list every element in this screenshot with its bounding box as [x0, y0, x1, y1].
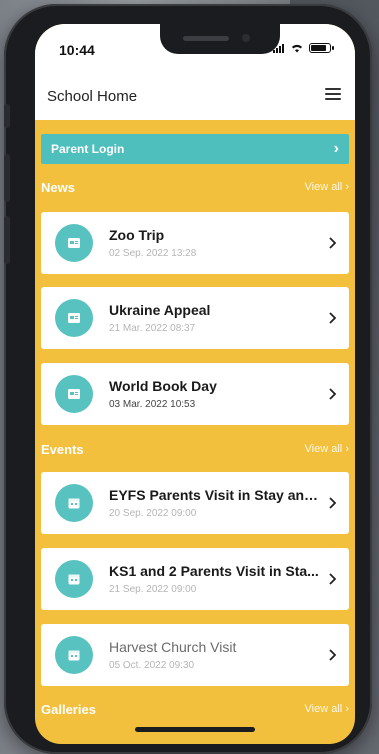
parent-login-label: Parent Login [51, 142, 125, 156]
news-date: 03 Mar. 2022 10:53 [109, 399, 196, 410]
event-date: 05 Oct. 2022 09:30 [109, 660, 195, 671]
news-section-title: News [41, 179, 75, 195]
event-date: 21 Sep. 2022 09:00 [109, 584, 197, 595]
volume-up-button [4, 154, 10, 202]
chevron-right-icon [329, 573, 337, 585]
news-icon [55, 375, 93, 413]
chevron-right-icon [329, 312, 337, 324]
chevron-right-icon [329, 649, 337, 661]
event-title: KS1 and 2 Parents Visit in Sta... [109, 563, 319, 579]
news-title: Ukraine Appeal [109, 302, 211, 318]
cellular-signal-icon [273, 43, 285, 53]
calendar-icon [55, 484, 93, 522]
news-title: Zoo Trip [109, 227, 165, 243]
chevron-right-icon: › [333, 140, 339, 157]
speaker-grille [183, 36, 229, 41]
news-card[interactable]: World Book Day 03 Mar. 2022 10:53 [41, 363, 349, 425]
calendar-icon [55, 560, 93, 598]
status-bar: 10:44 [35, 24, 355, 68]
event-card[interactable]: Harvest Church Visit 05 Oct. 2022 09:30 [41, 624, 349, 686]
event-date: 20 Sep. 2022 09:00 [109, 508, 197, 519]
galleries-view-all-link[interactable]: View all › [305, 703, 349, 715]
news-date: 21 Mar. 2022 08:37 [109, 323, 196, 334]
news-icon [55, 299, 93, 337]
events-view-all-link[interactable]: View all › [305, 443, 349, 455]
event-title: Harvest Church Visit [109, 639, 237, 655]
home-indicator[interactable] [135, 727, 255, 732]
news-title: World Book Day [109, 378, 217, 394]
page-title: School Home [47, 88, 138, 105]
event-card[interactable]: KS1 and 2 Parents Visit in Sta... 21 Sep… [41, 548, 349, 610]
news-view-all-link[interactable]: View all › [305, 181, 349, 193]
calendar-icon [55, 636, 93, 674]
event-card[interactable]: EYFS Parents Visit in Stay and... 20 Sep… [41, 472, 349, 534]
chevron-right-icon [329, 497, 337, 509]
status-icons [273, 43, 334, 53]
battery-icon [309, 43, 334, 53]
chevron-right-icon [329, 237, 337, 249]
status-time: 10:44 [59, 42, 95, 58]
chevron-right-icon [329, 388, 337, 400]
events-section-title: Events [41, 441, 84, 457]
news-date: 02 Sep. 2022 13:28 [109, 248, 197, 259]
news-card[interactable]: Zoo Trip 02 Sep. 2022 13:28 [41, 212, 349, 274]
galleries-section-title: Galleries [41, 701, 96, 717]
wifi-icon [292, 44, 302, 53]
news-section-header: News View all › [41, 178, 349, 196]
mute-switch [4, 104, 10, 128]
news-card[interactable]: Ukraine Appeal 21 Mar. 2022 08:37 [41, 287, 349, 349]
hamburger-menu-icon[interactable] [325, 88, 341, 100]
app-screen: 10:44 School Home Parent Login › News Vi… [35, 24, 355, 744]
front-camera [242, 34, 250, 42]
parent-login-button[interactable]: Parent Login › [41, 134, 349, 164]
volume-down-button [4, 216, 10, 264]
news-icon [55, 224, 93, 262]
events-section-header: Events View all › [41, 440, 349, 458]
event-title: EYFS Parents Visit in Stay and... [109, 487, 319, 503]
galleries-section-header: Galleries View all › [41, 700, 349, 718]
